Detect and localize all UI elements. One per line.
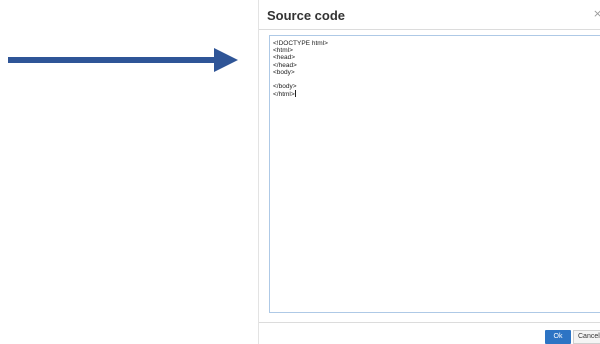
screenshot-stage: Source code × <!DOCTYPE html> <html> <he…	[0, 0, 600, 344]
source-code-textarea[interactable]: <!DOCTYPE html> <html> <head> </head> <b…	[269, 35, 600, 313]
ok-button[interactable]: Ok	[545, 330, 571, 344]
arrow-shaft	[8, 57, 218, 63]
arrow-right-icon	[8, 48, 238, 72]
source-code-content[interactable]: <!DOCTYPE html> <html> <head> </head> <b…	[270, 36, 600, 99]
dialog-footer: Ok Cancel	[259, 322, 600, 344]
arrow-head	[214, 48, 238, 72]
source-code-dialog: Source code × <!DOCTYPE html> <html> <he…	[258, 0, 600, 344]
text-caret	[294, 90, 296, 98]
close-icon[interactable]: ×	[593, 7, 600, 21]
cancel-button[interactable]: Cancel	[573, 330, 600, 344]
source-code-text: <!DOCTYPE html> <html> <head> </head> <b…	[273, 40, 328, 99]
dialog-header: Source code ×	[259, 0, 600, 30]
dialog-title: Source code	[267, 8, 346, 23]
